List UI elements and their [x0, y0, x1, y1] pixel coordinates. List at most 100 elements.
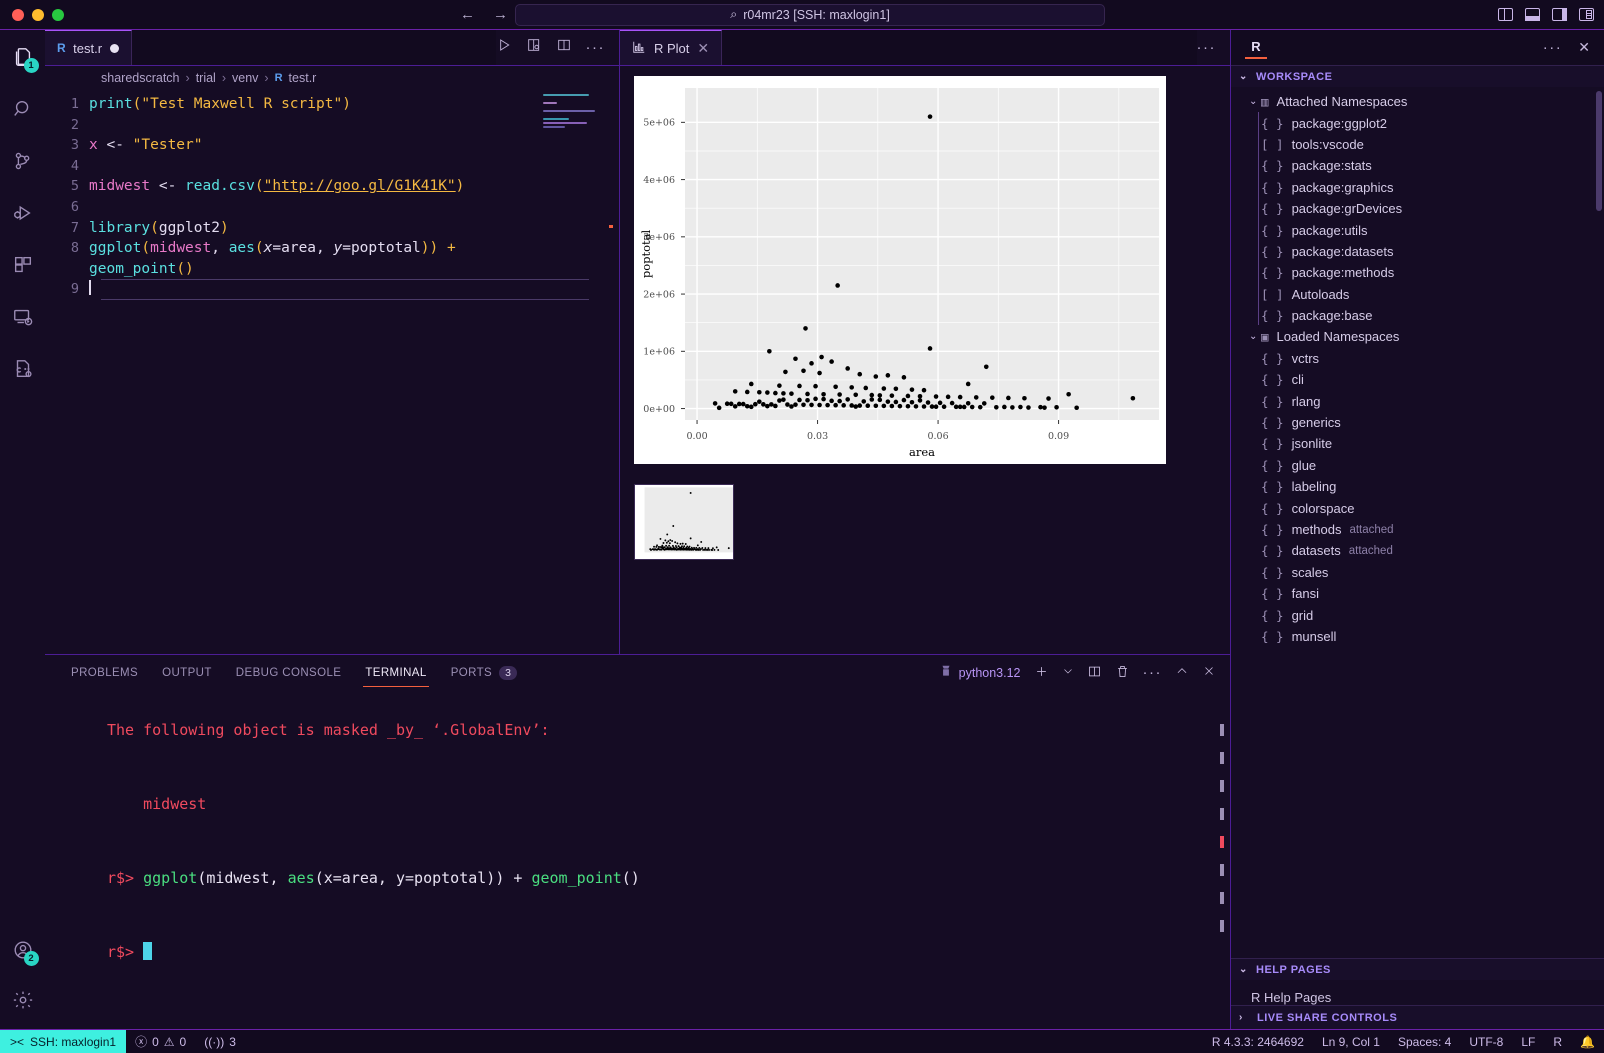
status-encoding[interactable]: UTF-8: [1460, 1030, 1512, 1053]
split-editor-button[interactable]: [556, 37, 572, 58]
toggle-secondary-sidebar-icon[interactable]: [1552, 8, 1567, 21]
forward-arrow-icon[interactable]: →: [493, 6, 508, 23]
status-notifications[interactable]: 🔔: [1571, 1030, 1604, 1053]
split-terminal-button[interactable]: [1087, 664, 1102, 682]
panel-tab-ports[interactable]: PORTS 3: [439, 655, 530, 690]
workspace-tree[interactable]: ⌄ ▥ Attached Namespaces { } package:ggplo…: [1231, 87, 1604, 958]
minimap[interactable]: [543, 94, 601, 132]
panel-tab-problems[interactable]: PROBLEMS: [59, 655, 150, 690]
breadcrumb-item-0[interactable]: sharedscratch: [101, 71, 180, 85]
breadcrumb-item-3[interactable]: test.r: [289, 71, 317, 85]
more-actions-button[interactable]: ···: [586, 39, 606, 56]
status-ports[interactable]: ((·)) 3: [195, 1030, 245, 1053]
new-terminal-button[interactable]: [1034, 664, 1049, 682]
tree-item[interactable]: [ ] Autoloads: [1231, 284, 1604, 305]
live-share-section-header[interactable]: › LIVE SHARE CONTROLS: [1231, 1005, 1604, 1029]
tree-item[interactable]: { } methods attached: [1231, 519, 1604, 540]
r-workspace-icon[interactable]: R: [1245, 37, 1267, 59]
terminal-selector[interactable]: python3.12: [939, 664, 1021, 681]
plot-thumbnail[interactable]: [634, 484, 734, 560]
status-r-version[interactable]: R 4.3.3: 2464692: [1203, 1030, 1313, 1053]
tree-item[interactable]: { } package:graphics: [1231, 177, 1604, 198]
tree-group-attached-namespaces[interactable]: ⌄ ▥ Attached Namespaces: [1231, 91, 1604, 112]
tree-item[interactable]: { } package:methods: [1231, 262, 1604, 283]
status-cursor-position[interactable]: Ln 9, Col 1: [1313, 1030, 1389, 1053]
layout-toggles[interactable]: [1498, 8, 1594, 21]
close-window-button[interactable]: [12, 8, 24, 21]
navigation-arrows[interactable]: ← →: [460, 6, 508, 23]
sidebar-more-button[interactable]: ···: [1543, 39, 1563, 56]
tree-item[interactable]: { } package:stats: [1231, 155, 1604, 176]
plot-canvas[interactable]: 0e+00 1e+06 2e+06 3e+06 4e+06 5e+06 0.00 0.03 0.…: [634, 76, 1166, 464]
back-arrow-icon[interactable]: ←: [460, 6, 475, 23]
breadcrumb[interactable]: sharedscratch › trial › venv › R test.r: [45, 66, 619, 90]
tree-item[interactable]: { } labeling: [1231, 476, 1604, 497]
status-eol[interactable]: LF: [1512, 1030, 1544, 1053]
tree-item[interactable]: [ ] tools:vscode: [1231, 134, 1604, 155]
help-pages-item[interactable]: R Help Pages: [1251, 990, 1331, 1005]
status-indentation[interactable]: Spaces: 4: [1389, 1030, 1460, 1053]
tree-item[interactable]: { } jsonlite: [1231, 433, 1604, 454]
workspace-section-header[interactable]: ⌄ WORKSPACE: [1231, 65, 1604, 87]
activity-run-debug-button[interactable]: [8, 198, 38, 228]
tree-item[interactable]: { } glue: [1231, 455, 1604, 476]
tree-item[interactable]: { } package:base: [1231, 305, 1604, 326]
maximize-window-button[interactable]: [52, 8, 64, 21]
tree-item[interactable]: { } rlang: [1231, 390, 1604, 411]
breadcrumb-item-2[interactable]: venv: [232, 71, 258, 85]
unsaved-indicator-icon[interactable]: [110, 43, 120, 53]
tree-item[interactable]: { } colorspace: [1231, 497, 1604, 518]
preview-button[interactable]: [526, 37, 542, 58]
status-problems[interactable]: ⓧ 0 ⚠ 0: [126, 1030, 195, 1053]
sidebar-scrollbar[interactable]: [1596, 91, 1602, 211]
activity-search-button[interactable]: [8, 94, 38, 124]
chevron-down-icon[interactable]: [1062, 665, 1074, 680]
panel-tab-debug-console[interactable]: DEBUG CONSOLE: [224, 655, 354, 690]
activity-settings-button[interactable]: [8, 985, 38, 1015]
code-editor[interactable]: 1 print("Test Maxwell R script") 2 3 x <…: [45, 90, 619, 654]
tree-item[interactable]: { } generics: [1231, 412, 1604, 433]
activity-remote-explorer-button[interactable]: [8, 302, 38, 332]
status-remote-indicator[interactable]: >< SSH: maxlogin1: [0, 1029, 127, 1053]
panel-tab-output[interactable]: OUTPUT: [150, 655, 224, 690]
terminal-output[interactable]: The following object is masked _by_ ‘.Gl…: [45, 690, 1230, 1029]
help-pages-section-header[interactable]: ⌄ HELP PAGES: [1231, 958, 1604, 980]
tree-item[interactable]: { } package:utils: [1231, 219, 1604, 240]
tree-item[interactable]: { } package:ggplot2: [1231, 112, 1604, 133]
tree-item[interactable]: { } scales: [1231, 562, 1604, 583]
tree-item[interactable]: { } fansi: [1231, 583, 1604, 604]
command-center-search[interactable]: ⌕ r04mr23 [SSH: maxlogin1]: [515, 3, 1105, 26]
status-language-mode[interactable]: R: [1544, 1030, 1571, 1053]
window-traffic-lights[interactable]: [0, 8, 64, 21]
minimize-window-button[interactable]: [32, 8, 44, 21]
tree-item[interactable]: { } vctrs: [1231, 348, 1604, 369]
toggle-primary-sidebar-icon[interactable]: [1498, 8, 1513, 21]
toggle-panel-icon[interactable]: [1525, 8, 1540, 21]
activity-source-control-button[interactable]: [8, 146, 38, 176]
more-actions-button[interactable]: ···: [1197, 39, 1217, 56]
tab-test-r[interactable]: R test.r: [45, 30, 133, 65]
tree-item[interactable]: { } package:grDevices: [1231, 198, 1604, 219]
run-file-button[interactable]: [496, 37, 512, 58]
activity-cpp-config-button[interactable]: [8, 354, 38, 384]
close-panel-button[interactable]: [1202, 664, 1216, 681]
tree-item[interactable]: { } grid: [1231, 604, 1604, 625]
panel-tab-terminal[interactable]: TERMINAL: [353, 655, 438, 690]
tree-item[interactable]: { } cli: [1231, 369, 1604, 390]
activity-explorer-button[interactable]: 1: [8, 42, 39, 73]
tab-r-plot[interactable]: R Plot ✕: [620, 30, 723, 65]
activity-extensions-button[interactable]: [8, 250, 38, 280]
terminal-scroll-markers[interactable]: [1220, 724, 1224, 932]
collapse-panel-button[interactable]: [1175, 664, 1189, 681]
close-sidebar-button[interactable]: ✕: [1578, 39, 1590, 56]
close-icon[interactable]: ✕: [697, 41, 709, 55]
tree-item[interactable]: { } package:datasets: [1231, 241, 1604, 262]
kill-terminal-button[interactable]: [1115, 664, 1130, 682]
tree-item[interactable]: { } datasets attached: [1231, 540, 1604, 561]
breadcrumb-item-1[interactable]: trial: [196, 71, 216, 85]
panel-more-button[interactable]: ···: [1143, 664, 1163, 681]
tree-group-loaded-namespaces[interactable]: ⌄ ▣ Loaded Namespaces: [1231, 326, 1604, 347]
activity-accounts-button[interactable]: 2: [8, 935, 39, 966]
tree-item[interactable]: { } munsell: [1231, 626, 1604, 647]
customize-layout-icon[interactable]: [1579, 8, 1594, 21]
